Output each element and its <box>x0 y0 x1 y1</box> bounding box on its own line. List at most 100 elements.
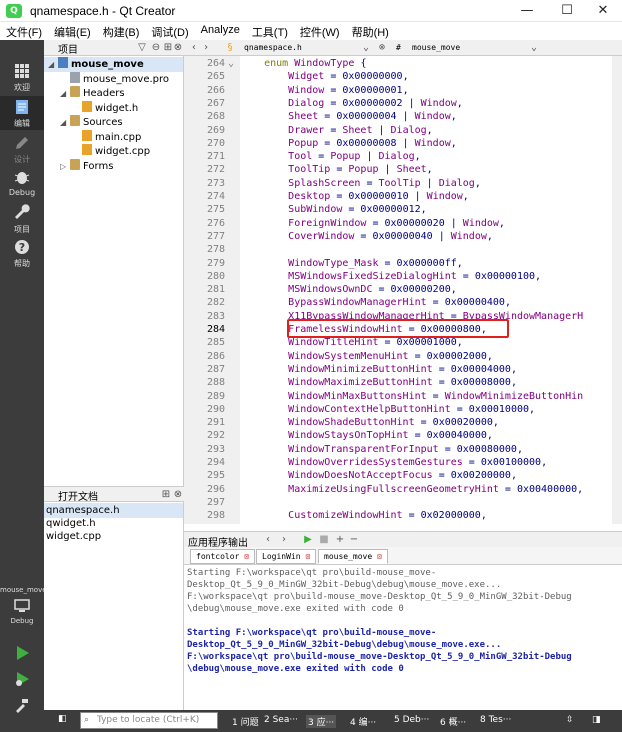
mode-help[interactable]: ? 帮助 <box>0 238 44 269</box>
menu-item[interactable]: 控件(W) <box>294 22 346 40</box>
tree-item[interactable]: ◢ Headers <box>44 86 183 101</box>
symbol-selector[interactable]: mouse_move <box>412 43 460 52</box>
tree-item[interactable]: ▷ Forms <box>44 158 183 174</box>
toggle-sidebar-icon[interactable]: ◧ <box>58 714 67 724</box>
toggle-output-icon[interactable]: ◨ <box>592 715 601 725</box>
minimize-button[interactable]: — <box>508 0 546 22</box>
menu-item[interactable]: 帮助(H) <box>346 22 395 40</box>
open-doc-item[interactable]: widget.cpp <box>44 529 183 544</box>
output-line: Desktop_Qt_5_9_0_MinGW_32bit-Debug\debug… <box>187 640 502 650</box>
current-file-tab[interactable]: qnamespace.h <box>244 43 302 52</box>
maximize-button[interactable]: ☐ <box>548 0 586 22</box>
tree-item[interactable]: main.cpp <box>44 129 183 145</box>
output-tab[interactable]: mouse_move ⊠ <box>318 549 388 564</box>
target-selector[interactable]: mouse_move Debug <box>0 586 47 625</box>
target-project-label: mouse_move <box>0 586 47 594</box>
tree-item[interactable]: widget.h <box>44 100 183 116</box>
close-panel-icon[interactable]: ⊗ <box>172 489 184 501</box>
output-tab[interactable]: LoginWin ⊠ <box>256 549 317 564</box>
close-file-icon[interactable]: ⊗ <box>376 42 388 54</box>
mode-edit[interactable]: 编辑 <box>0 96 44 130</box>
line-number: 284 <box>206 324 225 335</box>
hammer-icon <box>16 699 28 713</box>
expand-down-icon[interactable]: ◢ <box>48 57 58 72</box>
file-icon <box>82 100 92 112</box>
folder-icon <box>70 115 80 126</box>
pane-arrows-icon[interactable]: ⇳ <box>566 715 574 725</box>
output-pane-button[interactable]: 8 Tes··· <box>480 715 511 725</box>
output-pane-button[interactable]: 3 应··· <box>306 715 337 728</box>
line-number: 286 <box>206 350 225 362</box>
mode-debug[interactable]: Debug <box>0 168 44 197</box>
output-pane-button[interactable]: 6 概··· <box>440 715 466 728</box>
nav-left-icon[interactable]: ‹ <box>262 534 274 546</box>
output-pane-header: 应用程序输出 ‹ › ▶ ■ + − <box>184 531 622 549</box>
back-icon[interactable]: ‹ <box>188 42 200 54</box>
line-number: 272 <box>206 164 225 176</box>
output-pane-button[interactable]: 5 Deb··· <box>394 715 429 725</box>
code-line: Tool = Popup | Dialog, <box>288 151 421 163</box>
close-tab-icon[interactable]: ⊠ <box>301 552 310 561</box>
code-line: WindowMinMaxButtonsHint = WindowMinimize… <box>288 390 584 402</box>
line-number: 270 <box>206 137 225 149</box>
build-button[interactable] <box>0 696 44 716</box>
link-icon[interactable]: ⊖ <box>150 42 162 54</box>
open-docs-title: 打开文档 <box>58 492 98 503</box>
file-icon <box>70 71 80 83</box>
line-number: 271 <box>206 151 225 163</box>
line-number: 264 <box>206 58 225 69</box>
output-tab[interactable]: fontcolor ⊠ <box>190 549 255 564</box>
code-line: WindowTitleHint = 0x00001000, <box>288 337 463 349</box>
mode-label: Debug <box>8 188 36 197</box>
close-tab-icon[interactable]: ⊠ <box>372 552 382 561</box>
fold-marker-icon[interactable]: ⌄ <box>228 58 238 69</box>
locator-input[interactable]: ⌕ Type to locate (Ctrl+K) <box>80 712 218 729</box>
rerun-icon[interactable]: ▶ <box>302 534 314 546</box>
close-tab-icon[interactable]: ⊠ <box>239 552 249 561</box>
filter-icon[interactable]: ▽ <box>136 42 148 54</box>
close-panel-icon[interactable]: ⊗ <box>172 42 184 54</box>
menu-item[interactable]: 工具(T) <box>246 22 294 40</box>
stop-icon[interactable]: ■ <box>318 534 330 546</box>
menu-item[interactable]: 调试(D) <box>145 22 194 40</box>
close-button[interactable]: ✕ <box>584 0 622 22</box>
run-button[interactable] <box>0 644 44 664</box>
output-pane-button[interactable]: 1 问题 <box>232 715 259 728</box>
expand-down-icon[interactable]: ◢ <box>60 86 70 101</box>
code-editor[interactable]: enum WindowType { Widget = 0x00000000, W… <box>240 56 612 524</box>
line-number: 294 <box>206 457 225 468</box>
expand-right-icon[interactable]: ▷ <box>60 159 70 174</box>
tree-item[interactable]: mouse_move.pro <box>44 71 183 87</box>
remove-icon[interactable]: − <box>348 534 360 546</box>
forward-icon[interactable]: › <box>200 42 212 54</box>
symbol-dropdown-icon[interactable]: ⌄ <box>528 42 540 54</box>
menu-bar: 文件(F) 编辑(E) 构建(B) 调试(D) Analyze 工具(T) 控件(W) 帮助(… <box>0 22 622 40</box>
expand-down-icon[interactable]: ◢ <box>60 115 70 130</box>
editor-scrollbar[interactable] <box>612 56 622 524</box>
output-pane-button[interactable]: 2 Sea··· <box>264 715 298 725</box>
file-icon <box>82 144 92 155</box>
output-console[interactable]: Starting F:\workspace\qt pro\build-mouse… <box>184 565 622 710</box>
output-tab-label: LoginWin <box>262 552 301 561</box>
mode-projects[interactable]: 项目 <box>0 204 44 235</box>
header-file-icon: § <box>226 42 234 53</box>
mode-label: 编辑 <box>14 119 30 128</box>
output-pane-button[interactable]: 4 编··· <box>350 715 376 728</box>
mode-welcome[interactable]: 欢迎 <box>0 62 44 93</box>
code-line: WindowSystemMenuHint = 0x00002000, <box>288 350 493 362</box>
menu-item[interactable]: 构建(B) <box>97 22 146 40</box>
search-icon: ⌕ <box>84 715 90 725</box>
tree-item[interactable]: ◢ mouse_move <box>44 57 183 72</box>
menu-item[interactable]: Analyze <box>195 22 246 40</box>
tree-item[interactable]: ◢ Sources <box>44 115 183 130</box>
debug-run-button[interactable] <box>0 670 44 690</box>
file-dropdown-icon[interactable]: ⌄ <box>360 42 372 54</box>
nav-right-icon[interactable]: › <box>278 534 290 546</box>
mode-label: 欢迎 <box>14 83 30 92</box>
split-icon[interactable]: ⊞ <box>160 489 172 501</box>
mode-design[interactable]: 设计 <box>0 134 44 165</box>
tree-item[interactable]: widget.cpp <box>44 144 183 159</box>
menu-item[interactable]: 编辑(E) <box>48 22 97 40</box>
add-icon[interactable]: + <box>334 534 346 546</box>
menu-item[interactable]: 文件(F) <box>0 22 48 40</box>
